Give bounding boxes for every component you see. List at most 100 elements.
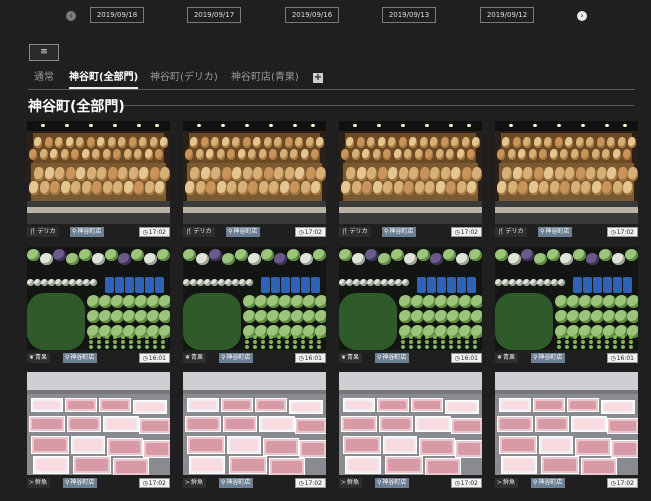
photo-thumbnail[interactable] <box>27 247 170 350</box>
photo-card[interactable]: ≻鮮魚 ⚲神谷町店 ◷17:02 <box>27 372 170 490</box>
bread-loaf <box>107 167 118 181</box>
bread-loaf <box>560 181 570 195</box>
category-tag: 🍴デリカ <box>339 227 371 237</box>
photo-thumbnail[interactable] <box>183 121 326 224</box>
date-button[interactable]: 2019/09/18 <box>90 7 144 23</box>
photo-card[interactable]: ❦青果 ⚲神谷町店 ◷16:01 <box>183 247 326 365</box>
green-bean <box>417 340 421 344</box>
fish-tray <box>533 398 565 412</box>
photo-thumbnail[interactable] <box>339 121 482 224</box>
green-bean <box>113 335 117 339</box>
cauliflower <box>34 279 41 286</box>
bread-loaf <box>295 167 305 181</box>
photo-thumbnail[interactable] <box>495 372 638 475</box>
photo-thumbnail[interactable] <box>339 372 482 475</box>
photo-thumbnail[interactable] <box>495 247 638 350</box>
photo-card[interactable]: ≻鮮魚 ⚲神谷町店 ◷17:02 <box>183 372 326 490</box>
bread-loaf <box>216 149 225 160</box>
category-label: 鮮魚 <box>191 479 204 486</box>
fish-tray <box>103 416 139 432</box>
fish-fillet <box>422 441 452 453</box>
tab-normal[interactable]: 通常 <box>34 71 54 85</box>
photo-card[interactable]: 🍴デリカ ⚲神谷町店 ◷17:02 <box>27 121 170 239</box>
photo-thumbnail[interactable] <box>183 372 326 475</box>
fish-fillet <box>448 403 476 411</box>
bread-loaf <box>404 149 412 160</box>
bread-loaf <box>419 167 430 181</box>
tab-kamiyacho-produce[interactable]: 神谷町店(青果) <box>231 71 299 85</box>
bread-loaf <box>377 167 388 181</box>
photo-card[interactable]: 🍴デリカ ⚲神谷町店 ◷17:02 <box>183 121 326 239</box>
fish-fillet <box>102 401 128 409</box>
fish-fillet <box>502 401 528 409</box>
category-tag: 🍴デリカ <box>27 227 59 237</box>
photo-thumbnail[interactable] <box>27 121 170 224</box>
photo-card[interactable]: 🍴デリカ ⚲神谷町店 ◷17:02 <box>495 121 638 239</box>
fish-tray <box>497 416 533 432</box>
time-label: 16:01 <box>148 355 166 362</box>
time-label: 16:01 <box>460 355 478 362</box>
photo-card[interactable]: 🍴デリカ ⚲神谷町店 ◷17:02 <box>339 121 482 239</box>
fish-icon: ≻ <box>185 479 191 486</box>
fish-tray <box>299 440 326 458</box>
photo-card[interactable]: ≻鮮魚 ⚲神谷町店 ◷17:02 <box>339 372 482 490</box>
photo-card[interactable]: ❦青果 ⚲神谷町店 ◷16:01 <box>339 247 482 365</box>
green-bean <box>573 340 577 344</box>
ceiling-light <box>41 124 45 127</box>
chevron-left-icon[interactable]: ‹ <box>66 11 76 21</box>
fish-fillet <box>414 401 440 409</box>
bread-loaf <box>461 167 472 181</box>
leafy-greens <box>27 293 85 350</box>
photo-thumbnail[interactable] <box>27 372 170 475</box>
green-bean <box>629 345 633 349</box>
photo-thumbnail[interactable] <box>339 247 482 350</box>
bread-loaf <box>367 167 377 181</box>
bread-loaf <box>419 137 428 148</box>
leafy-greens <box>183 293 241 350</box>
photo-card[interactable]: ❦青果 ⚲神谷町店 ◷16:01 <box>495 247 638 365</box>
fish-tray <box>187 398 219 412</box>
date-button[interactable]: 2019/09/13 <box>382 7 436 23</box>
map-pin-icon: ⚲ <box>228 228 233 235</box>
date-button[interactable]: 2019/09/17 <box>187 7 241 23</box>
bread-loaf <box>528 149 537 160</box>
chevron-right-icon[interactable]: › <box>577 11 587 21</box>
cauliflower <box>353 279 360 286</box>
map-pin-icon: ⚲ <box>65 479 70 486</box>
bread-loaf <box>211 167 221 181</box>
photo-card[interactable]: ≻鮮魚 ⚲神谷町店 ◷17:02 <box>495 372 638 490</box>
cabbage <box>313 249 326 261</box>
fish-fillet <box>500 419 530 429</box>
green-bean <box>253 335 257 339</box>
green-bean <box>465 345 469 349</box>
photo-card[interactable]: ❦青果 ⚲神谷町店 ◷16:01 <box>27 247 170 365</box>
time-tag: ◷16:01 <box>139 353 170 363</box>
tab-kamiyacho-all[interactable]: 神谷町(全部門) <box>69 71 139 89</box>
map-pin-icon: ⚲ <box>533 479 538 486</box>
tab-kamiyacho-deli[interactable]: 神谷町(デリカ) <box>150 71 218 85</box>
cabbage <box>235 249 248 261</box>
date-button[interactable]: 2019/09/12 <box>480 7 534 23</box>
add-tab-icon[interactable]: + <box>313 73 323 83</box>
date-button[interactable]: 2019/09/16 <box>285 7 339 23</box>
cauliflower <box>55 279 62 286</box>
produce-bag <box>447 277 456 293</box>
bread-loaf <box>227 149 235 160</box>
bread-loaf <box>586 137 594 148</box>
bread-loaf <box>102 149 111 160</box>
fish-tray <box>99 398 131 412</box>
menu-button[interactable]: ≡ <box>29 44 59 61</box>
fish-tray <box>65 398 97 412</box>
photo-thumbnail[interactable] <box>495 121 638 224</box>
green-bean <box>89 340 93 344</box>
fish-fillet <box>258 401 284 409</box>
bread-loaf <box>388 167 398 181</box>
bread-loaf <box>623 149 631 160</box>
cabbage <box>508 253 521 265</box>
map-pin-icon: ⚲ <box>72 228 77 235</box>
green-bean <box>565 340 569 344</box>
photo-thumbnail[interactable] <box>183 247 326 350</box>
cabbage <box>261 249 274 261</box>
cauliflower <box>204 279 211 286</box>
fish-tray <box>345 456 381 474</box>
